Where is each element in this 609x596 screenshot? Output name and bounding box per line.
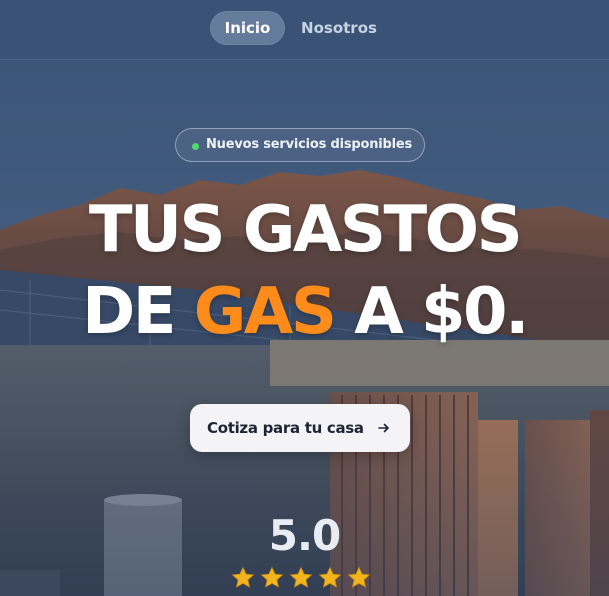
headline-accent: GAS <box>193 275 337 349</box>
arrow-right-icon <box>378 423 389 433</box>
star-icon <box>231 566 255 588</box>
star-icon <box>289 566 313 588</box>
headline-suffix: A $0. <box>334 275 529 349</box>
headline-line-2: DE GAS A $0. <box>0 272 609 352</box>
hero-section: Inicio Nosotros Nuevos servicios disponi… <box>0 0 609 596</box>
rating-stars <box>231 566 371 590</box>
headline-prefix: DE <box>82 275 194 349</box>
rating-score: 5.0 <box>268 511 341 560</box>
star-icon <box>260 566 284 588</box>
star-icon <box>318 566 342 588</box>
badge-text: Nuevos servicios disponibles <box>206 137 413 152</box>
quote-cta-button[interactable]: Cotiza para tu casa <box>190 404 410 452</box>
new-services-badge: Nuevos servicios disponibles <box>175 128 425 162</box>
main-nav: Inicio Nosotros <box>0 11 609 45</box>
star-icon <box>347 566 371 588</box>
nav-item-nosotros[interactable]: Nosotros <box>296 11 382 45</box>
nav-item-inicio[interactable]: Inicio <box>210 11 285 45</box>
cta-label: Cotiza para tu casa <box>207 419 364 437</box>
top-navigation-bar: Inicio Nosotros <box>0 0 609 60</box>
headline-line-1: TUS GASTOS <box>88 193 523 267</box>
status-dot-icon <box>192 143 199 150</box>
